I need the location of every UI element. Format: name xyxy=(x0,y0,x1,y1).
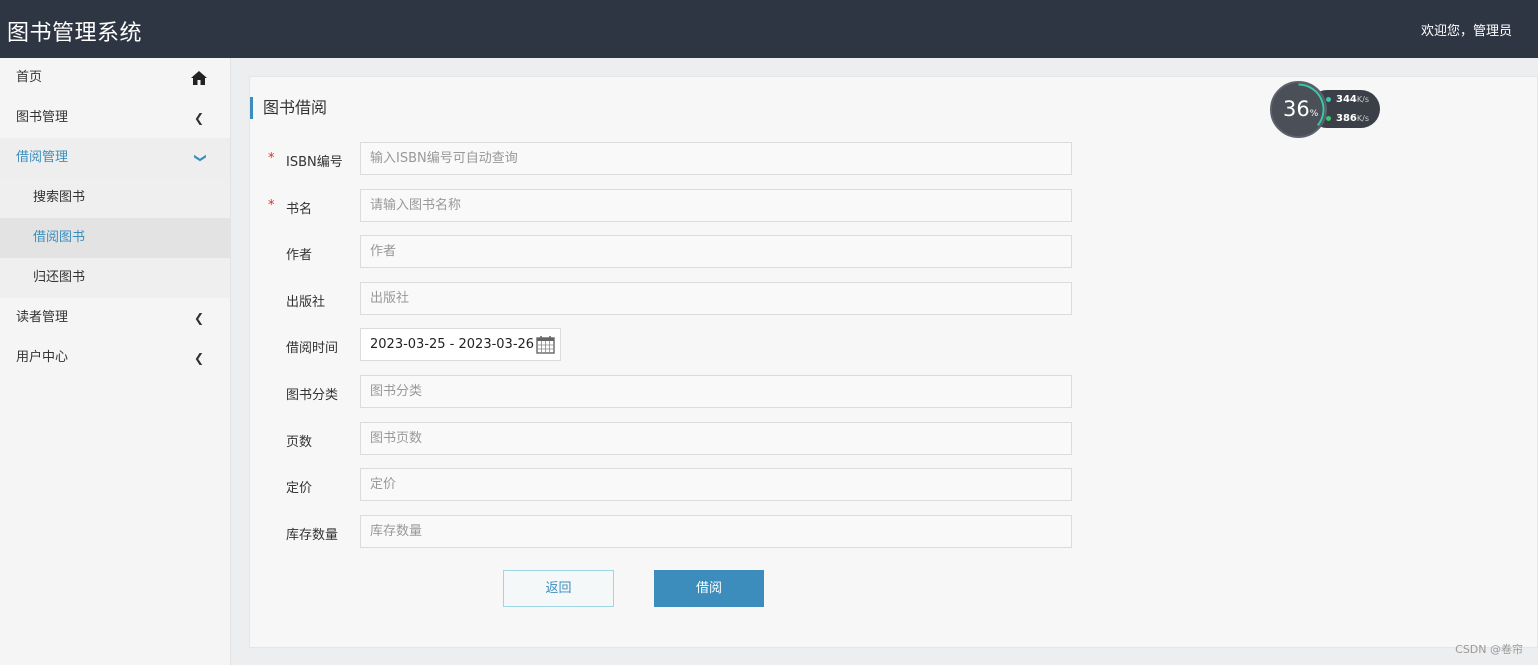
required-mark: * xyxy=(268,151,275,166)
chevron-left-icon: ❮ xyxy=(193,111,204,125)
chevron-down-icon: ❮ xyxy=(191,152,206,164)
upload-speed: 344K/s xyxy=(1326,94,1369,105)
sidebar-item-label: 搜索图书 xyxy=(33,190,86,205)
download-icon xyxy=(1326,115,1331,121)
form-row-category: 图书分类 图书分类 xyxy=(250,375,1090,409)
field-label: 出版社 xyxy=(286,295,326,310)
field-label: 库存数量 xyxy=(286,528,339,543)
field-label: 定价 xyxy=(286,481,313,496)
sidebar-item-label: 归还图书 xyxy=(33,270,86,285)
form-row-stock: 库存数量 库存数量 xyxy=(250,515,1090,549)
sidebar-item-label: 借阅管理 xyxy=(16,150,69,165)
sidebar-item-book-management[interactable]: 图书管理 ❮ xyxy=(0,98,230,138)
book-name-input[interactable]: 请输入图书名称 xyxy=(360,189,1072,222)
sidebar: 首页 图书管理 ❮ 借阅管理 ❮ 搜索图书 借阅图书 归还图书 读者管理 ❮ 用… xyxy=(0,58,231,665)
sidebar-item-label: 用户中心 xyxy=(16,350,69,365)
sidebar-item-borrow-book[interactable]: 借阅图书 xyxy=(0,218,230,258)
pages-input[interactable]: 图书页数 xyxy=(360,422,1072,455)
sidebar-item-label: 借阅图书 xyxy=(33,230,86,245)
chevron-left-icon: ❮ xyxy=(193,311,204,325)
upload-icon xyxy=(1326,96,1331,102)
top-bar: 图书管理系统 欢迎您，管理员 xyxy=(0,0,1538,58)
sidebar-item-user-center[interactable]: 用户中心 ❮ xyxy=(0,338,230,378)
sidebar-item-label: 读者管理 xyxy=(16,310,69,325)
sidebar-item-search-book[interactable]: 搜索图书 xyxy=(0,178,230,218)
sidebar-item-label: 首页 xyxy=(16,70,43,85)
app-title: 图书管理系统 xyxy=(7,21,143,46)
form-row-title: * 书名 请输入图书名称 xyxy=(250,189,1090,223)
form-row-pages: 页数 图书页数 xyxy=(250,422,1090,456)
category-input[interactable]: 图书分类 xyxy=(360,375,1072,408)
field-label: ISBN编号 xyxy=(286,155,343,170)
usage-gauge: 36% xyxy=(1270,81,1327,138)
sidebar-item-label: 图书管理 xyxy=(16,110,69,125)
download-speed: 386K/s xyxy=(1326,113,1369,124)
form-row-publisher: 出版社 出版社 xyxy=(250,282,1090,316)
borrow-form-panel: 图书借阅 * ISBN编号 输入ISBN编号可自动查询 * 书名 请输入图书名称… xyxy=(249,76,1538,648)
borrow-button[interactable]: 借阅 xyxy=(654,570,764,607)
isbn-input[interactable]: 输入ISBN编号可自动查询 xyxy=(360,142,1072,175)
field-label: 书名 xyxy=(286,202,313,217)
back-button[interactable]: 返回 xyxy=(503,570,614,607)
form-row-borrow-time: 借阅时间 2023-03-25 - 2023-03-26 xyxy=(250,328,1090,362)
field-label: 页数 xyxy=(286,435,313,450)
sidebar-item-home[interactable]: 首页 xyxy=(0,58,230,98)
page-title: 图书借阅 xyxy=(250,97,327,119)
sidebar-item-borrow-management[interactable]: 借阅管理 ❮ xyxy=(0,138,230,178)
form-row-isbn: * ISBN编号 输入ISBN编号可自动查询 xyxy=(250,142,1090,176)
field-label: 图书分类 xyxy=(286,388,339,403)
sidebar-item-reader-management[interactable]: 读者管理 ❮ xyxy=(0,298,230,338)
author-input[interactable]: 作者 xyxy=(360,235,1072,268)
chevron-left-icon: ❮ xyxy=(193,351,204,365)
required-mark: * xyxy=(268,198,275,213)
date-range-value: 2023-03-25 - 2023-03-26 xyxy=(370,337,535,352)
form-row-author: 作者 作者 xyxy=(250,235,1090,269)
welcome-text: 欢迎您，管理员 xyxy=(1420,24,1512,39)
field-label: 作者 xyxy=(286,248,313,263)
form-row-price: 定价 定价 xyxy=(250,468,1090,502)
usage-percent: 36% xyxy=(1283,97,1319,121)
price-input[interactable]: 定价 xyxy=(360,468,1072,501)
watermark: CSDN @卷帘 xyxy=(1455,643,1523,656)
field-label: 借阅时间 xyxy=(286,341,339,356)
borrow-date-range-input[interactable]: 2023-03-25 - 2023-03-26 xyxy=(360,328,561,361)
sidebar-item-return-book[interactable]: 归还图书 xyxy=(0,258,230,298)
calendar-icon[interactable] xyxy=(536,335,555,354)
publisher-input[interactable]: 出版社 xyxy=(360,282,1072,315)
home-icon xyxy=(191,71,207,85)
stock-input[interactable]: 库存数量 xyxy=(360,515,1072,548)
network-speed-widget[interactable]: 344K/s 386K/s 36% xyxy=(1270,81,1382,138)
